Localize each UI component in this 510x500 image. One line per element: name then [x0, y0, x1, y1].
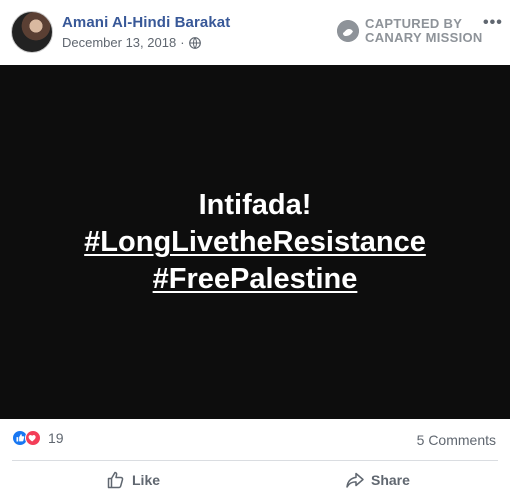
like-label: Like — [132, 472, 161, 488]
share-label: Share — [371, 472, 410, 488]
hashtag-long-live-the-resistance[interactable]: #LongLivetheResistance — [0, 224, 510, 261]
author-avatar[interactable] — [11, 11, 53, 53]
like-button[interactable]: Like — [106, 470, 160, 490]
thumbs-up-icon — [107, 471, 124, 489]
comments-count[interactable]: 5 Comments — [417, 432, 496, 448]
divider — [12, 460, 498, 461]
globe-icon — [188, 36, 201, 49]
reaction-summary[interactable]: 19 — [12, 430, 64, 446]
more-options-button[interactable]: ••• — [483, 14, 503, 32]
share-arrow-icon — [346, 472, 364, 488]
post-image-text: Intifada! #LongLivetheResistance #FreePa… — [0, 187, 510, 298]
watermark-line1: CAPTURED BY — [365, 16, 463, 31]
post-meta: December 13, 2018 · — [62, 35, 201, 50]
hashtag-free-palestine[interactable]: #FreePalestine — [0, 261, 510, 298]
image-text-line1: Intifada! — [198, 189, 312, 221]
post-header: Amani Al-Hindi Barakat December 13, 2018… — [0, 0, 510, 65]
watermark-text: CAPTURED BY CANARY MISSION — [365, 17, 483, 45]
share-button[interactable]: Share — [345, 470, 410, 490]
reaction-count: 19 — [48, 430, 64, 446]
date-separator: · — [180, 35, 185, 50]
love-icon — [25, 430, 41, 446]
canary-logo-icon — [337, 20, 359, 42]
author-name[interactable]: Amani Al-Hindi Barakat — [62, 14, 230, 31]
post-date[interactable]: December 13, 2018 — [62, 35, 176, 50]
canary-mission-watermark: CAPTURED BY CANARY MISSION — [337, 17, 483, 45]
watermark-line2: CANARY MISSION — [365, 30, 483, 45]
